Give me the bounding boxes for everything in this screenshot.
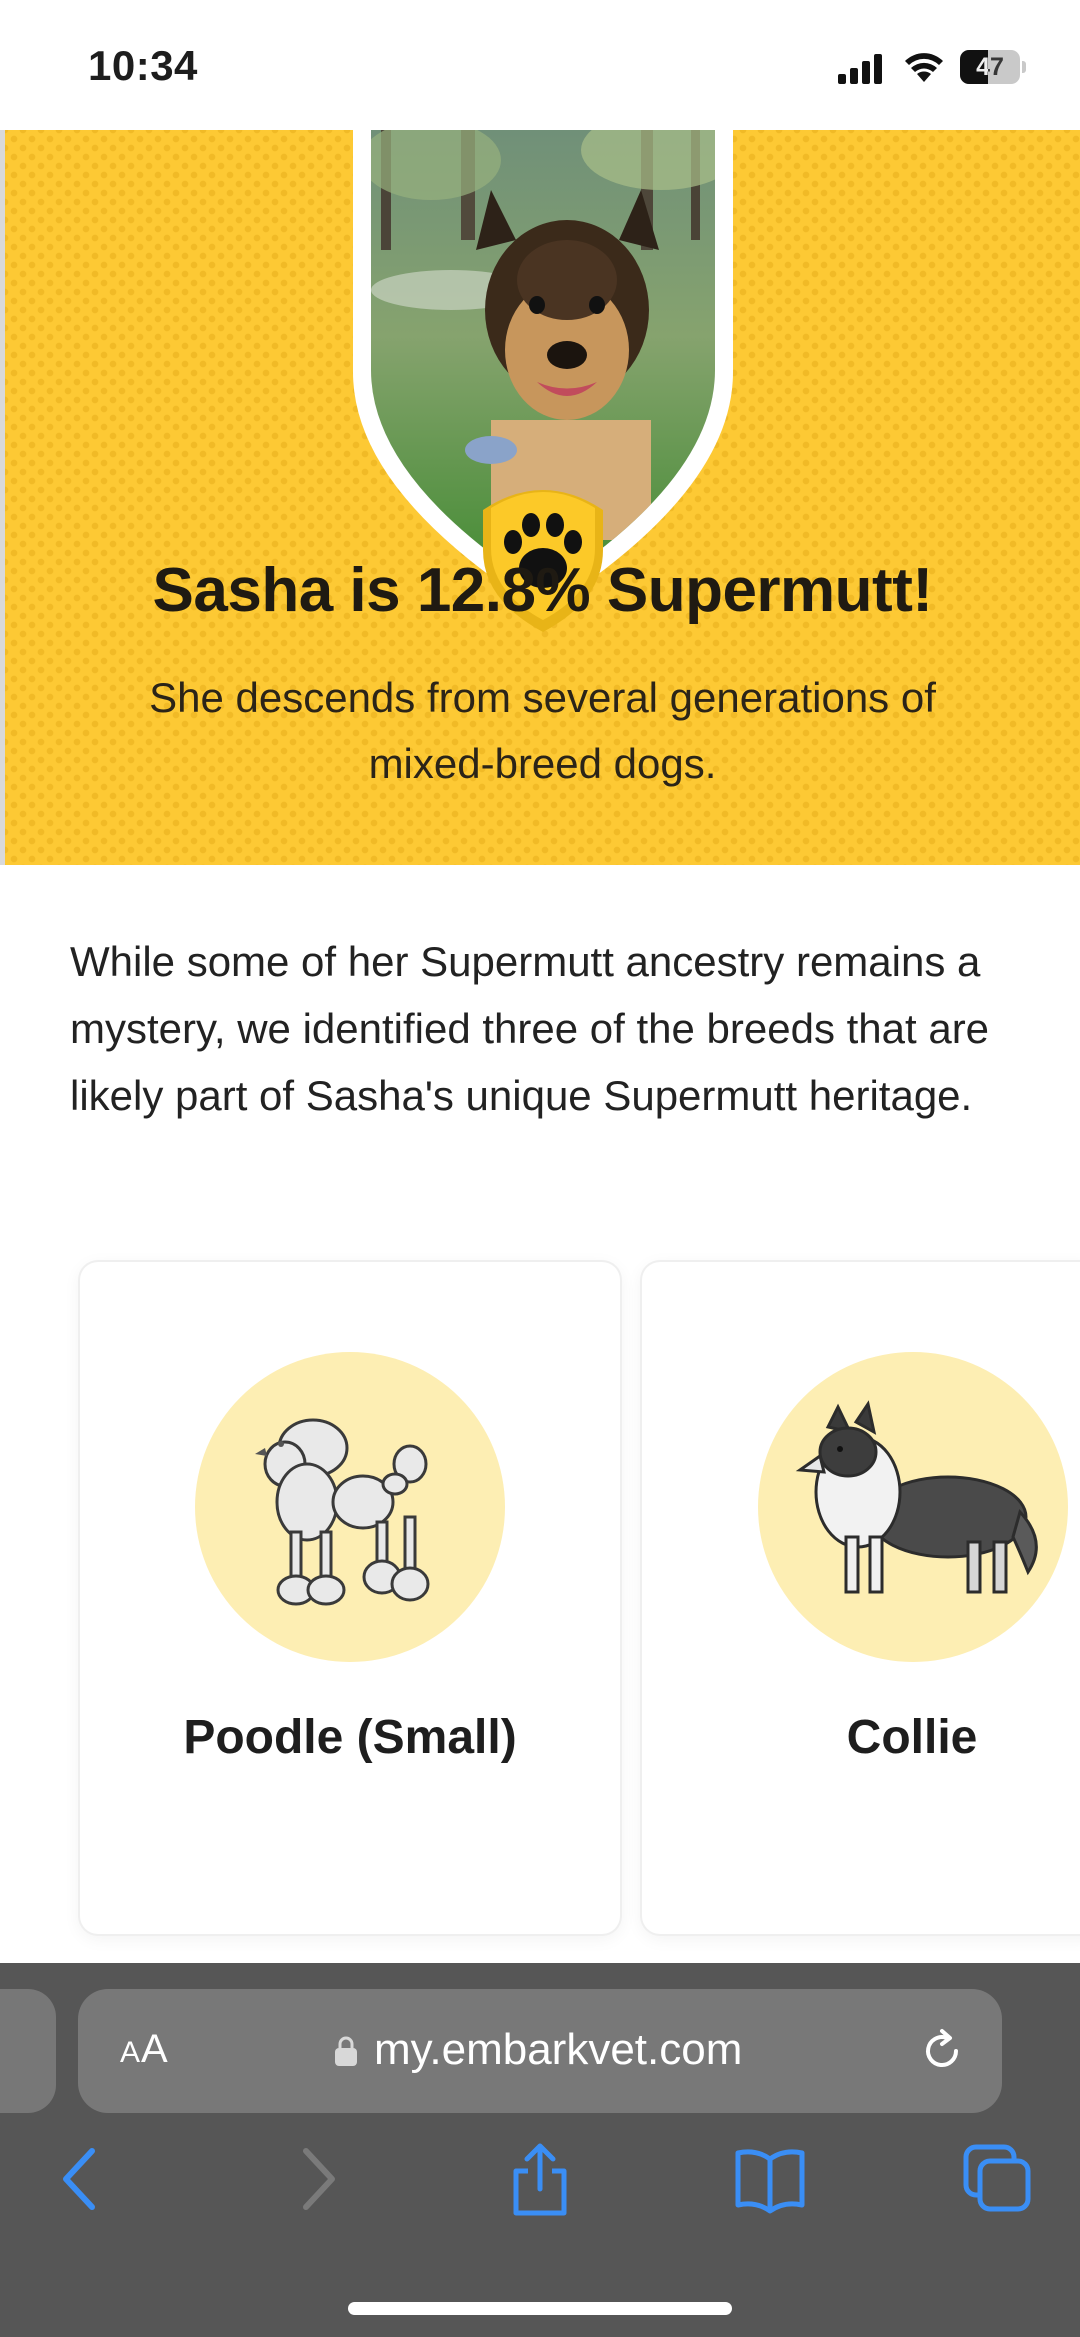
hero-subtitle: She descends from several generations of… xyxy=(149,674,936,787)
bookmarks-icon[interactable] xyxy=(730,2139,810,2219)
home-indicator[interactable] xyxy=(348,2302,732,2315)
poodle-illustration xyxy=(255,1418,430,1606)
breed-card-collie[interactable]: Collie xyxy=(642,1262,1080,1934)
ancestry-intro-text: While some of her Supermutt ancestry rem… xyxy=(70,938,990,1119)
address-bar[interactable]: AA my.embarkvet.com xyxy=(78,1989,1002,2113)
breed-card-poodle[interactable]: Poodle (Small) xyxy=(80,1262,620,1934)
hero-banner: Sasha is 12.8% Supermutt! She descends f… xyxy=(5,130,1080,865)
collie-illustration xyxy=(795,1400,1038,1594)
browser-toolbar: AA my.embarkvet.com xyxy=(0,1963,1080,2337)
lock-icon xyxy=(335,2036,357,2066)
tabs-icon[interactable] xyxy=(958,2139,1038,2219)
breed-name: Poodle (Small) xyxy=(183,1711,517,1764)
battery-percent: 47 xyxy=(976,53,1004,81)
url-text: my.embarkvet.com xyxy=(374,2025,743,2074)
text-size-button[interactable]: AA xyxy=(120,2027,169,2072)
reload-icon[interactable] xyxy=(916,2025,968,2077)
forward-icon[interactable] xyxy=(276,2139,356,2219)
breed-image-circle xyxy=(195,1352,505,1662)
previous-tab-preview[interactable] xyxy=(0,1989,56,2113)
status-time: 10:34 xyxy=(88,42,198,89)
wifi-icon xyxy=(905,53,943,82)
breed-name: Collie xyxy=(846,1711,978,1764)
status-bar: 10:34 47 xyxy=(0,0,1080,130)
hero-title: Sasha is 12.8% Supermutt! xyxy=(152,556,934,625)
share-icon[interactable] xyxy=(500,2139,580,2219)
cellular-signal-icon xyxy=(838,54,884,84)
back-icon[interactable] xyxy=(42,2139,122,2219)
battery-icon: 47 xyxy=(960,50,1026,84)
breed-image-circle xyxy=(758,1352,1068,1662)
